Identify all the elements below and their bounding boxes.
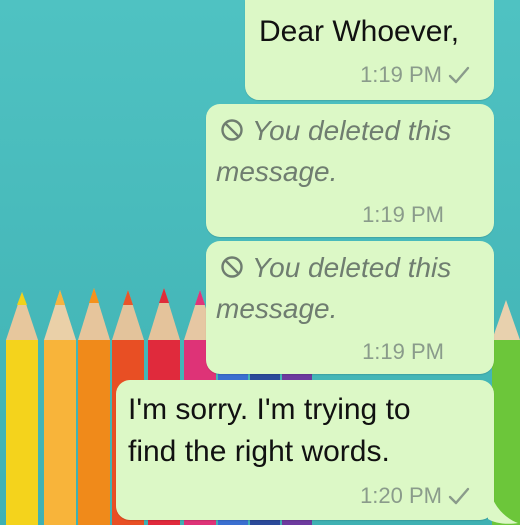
- message-text: Dear Whoever,: [259, 15, 460, 48]
- ban-icon: [221, 119, 243, 141]
- message-text-line1: I'm sorry. I'm trying to: [128, 393, 411, 426]
- message-timestamp: 1:19 PM: [362, 339, 444, 364]
- message-bubble-outgoing[interactable]: I'm sorry. I'm trying to find the right …: [116, 380, 494, 520]
- pencil-yellow: [6, 292, 38, 525]
- message-bubble-deleted[interactable]: You deleted this message. 1:19 PM: [206, 241, 494, 374]
- message-timestamp: 1:20 PM: [360, 483, 442, 508]
- check-icon: [448, 66, 470, 84]
- message-text-line2: find the right words.: [128, 435, 390, 468]
- bubble-tail: [488, 485, 518, 524]
- message-timestamp: 1:19 PM: [360, 62, 442, 87]
- deleted-message-notice: You deleted this: [220, 248, 451, 288]
- ban-icon: [221, 256, 243, 278]
- message-bubble-outgoing[interactable]: Dear Whoever, 1:19 PM: [245, 0, 494, 100]
- deleted-message-text: You deleted this: [252, 115, 452, 146]
- message-timestamp: 1:19 PM: [362, 202, 444, 227]
- chat-view: Dear Whoever, 1:19 PM You deleted this m…: [0, 0, 520, 525]
- deleted-message-text: You deleted this: [252, 252, 452, 283]
- check-icon: [448, 487, 470, 505]
- message-bubble-deleted[interactable]: You deleted this message. 1:19 PM: [206, 104, 494, 237]
- deleted-message-notice: You deleted this: [220, 111, 451, 151]
- deleted-message-text-continued: message.: [216, 156, 338, 187]
- pencil-light-orange: [44, 290, 76, 525]
- deleted-message-text-continued: message.: [216, 293, 338, 324]
